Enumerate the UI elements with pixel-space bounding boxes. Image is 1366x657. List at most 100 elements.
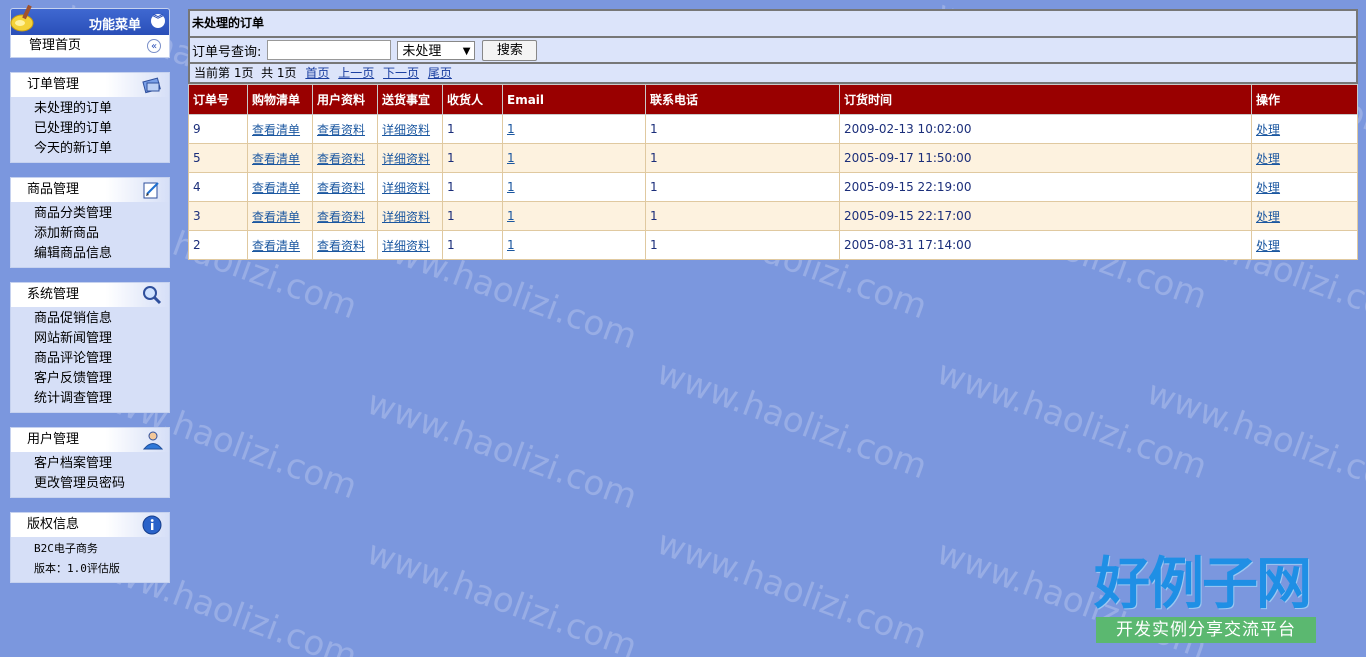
panel-header-orders[interactable]: 订单管理: [11, 73, 169, 97]
view-profile-link[interactable]: 查看资料: [317, 239, 365, 253]
sidebar-item-feedback[interactable]: 客户反馈管理: [34, 369, 169, 389]
sidebar-item-processed-orders[interactable]: 已处理的订单: [34, 119, 169, 139]
col-header-receiver: 收货人: [442, 84, 503, 115]
collapse-left-icon[interactable]: «: [147, 39, 161, 53]
sidebar-item-news[interactable]: 网站新闻管理: [34, 329, 169, 349]
pagination: 当前第 1页 共 1页 首页 上一页 下一页 尾页: [188, 62, 1358, 84]
orders-icon: [142, 77, 161, 94]
sidebar-item-change-password[interactable]: 更改管理员密码: [34, 474, 169, 494]
email-link[interactable]: 1: [507, 151, 515, 165]
table-row: 3 查看清单 查看资料 详细资料 1 1 1 2005-09-15 22:17:…: [188, 201, 1358, 231]
edit-icon: [143, 182, 159, 199]
receiver: 1: [442, 172, 503, 202]
info-icon: [142, 515, 162, 535]
receiver: 1: [442, 201, 503, 231]
email-link[interactable]: 1: [507, 180, 515, 194]
copyright-product: B2C电子商务: [34, 542, 98, 555]
table-row: 5 查看清单 查看资料 详细资料 1 1 1 2005-09-17 11:50:…: [188, 143, 1358, 173]
broom-logo-icon: [10, 4, 34, 32]
sidebar-item-home[interactable]: 管理首页 «: [10, 35, 170, 58]
panel-title: 订单管理: [27, 77, 80, 92]
panel-header-system[interactable]: 系统管理: [11, 283, 169, 307]
email-link[interactable]: 1: [507, 238, 515, 252]
email-link[interactable]: 1: [507, 209, 515, 223]
next-page-link[interactable]: 下一页: [383, 66, 419, 80]
table-row: 4 查看清单 查看资料 详细资料 1 1 1 2005-09-15 22:19:…: [188, 172, 1358, 202]
status-select[interactable]: 未处理 ▼: [397, 40, 476, 60]
receiver: 1: [442, 143, 503, 173]
phone: 1: [645, 172, 840, 202]
order-time: 2005-09-15 22:17:00: [839, 201, 1252, 231]
page-title: 未处理的订单: [188, 9, 1358, 38]
table-row: 9 查看清单 查看资料 详细资料 1 1 1 2009-02-13 10:02:…: [188, 114, 1358, 144]
sidebar-item-unprocessed-orders[interactable]: 未处理的订单: [34, 99, 169, 119]
view-cart-link[interactable]: 查看清单: [252, 239, 300, 253]
order-time: 2005-09-17 11:50:00: [839, 143, 1252, 173]
brand-title: 好例子网: [1094, 552, 1312, 617]
search-bar: 订单号查询: 未处理 ▼ 搜索: [188, 36, 1358, 64]
phone: 1: [645, 201, 840, 231]
first-page-link[interactable]: 首页: [305, 66, 329, 80]
view-profile-link[interactable]: 查看资料: [317, 181, 365, 195]
process-link[interactable]: 处理: [1256, 181, 1280, 195]
user-icon: [142, 431, 163, 450]
panel-copyright: 版权信息 B2C电子商务 版本：1.0评估版: [10, 512, 170, 583]
sidebar-item-survey[interactable]: 统计调查管理: [34, 389, 169, 409]
panel-users: 用户管理 客户档案管理 更改管理员密码: [10, 427, 170, 498]
menu-title: 功能菜单: [89, 18, 142, 33]
view-cart-link[interactable]: 查看清单: [252, 181, 300, 195]
panel-header-copyright: 版权信息: [11, 513, 169, 537]
dropdown-arrow-icon: ▼: [462, 45, 471, 57]
brand-subtitle: 开发实例分享交流平台: [1096, 617, 1316, 643]
shipping-details-link[interactable]: 详细资料: [382, 152, 430, 166]
panel-title: 商品管理: [27, 182, 80, 197]
panel-title: 用户管理: [27, 432, 80, 447]
view-cart-link[interactable]: 查看清单: [252, 210, 300, 224]
shipping-details-link[interactable]: 详细资料: [382, 123, 430, 137]
col-header-phone: 联系电话: [645, 84, 840, 115]
view-profile-link[interactable]: 查看资料: [317, 152, 365, 166]
copyright-version: 版本：1.0评估版: [34, 562, 120, 575]
panel-header-products[interactable]: 商品管理: [11, 178, 169, 202]
receiver: 1: [442, 230, 503, 260]
table-header-row: 订单号 购物清单 用户资料 送货事宜 收货人 Email 联系电话 订货时间 操…: [188, 84, 1358, 115]
panel-header-users[interactable]: 用户管理: [11, 428, 169, 452]
process-link[interactable]: 处理: [1256, 210, 1280, 224]
order-id: 5: [188, 143, 248, 173]
sidebar-item-category-manage[interactable]: 商品分类管理: [34, 204, 169, 224]
last-page-link[interactable]: 尾页: [428, 66, 452, 80]
shipping-details-link[interactable]: 详细资料: [382, 181, 430, 195]
col-header-order-time: 订货时间: [839, 84, 1252, 115]
phone: 1: [645, 230, 840, 260]
email-link[interactable]: 1: [507, 122, 515, 136]
process-link[interactable]: 处理: [1256, 123, 1280, 137]
view-profile-link[interactable]: 查看资料: [317, 123, 365, 137]
status-select-value: 未处理: [402, 43, 442, 59]
site-brand-logo: 好例子网 开发实例分享交流平台: [1094, 555, 1316, 649]
view-cart-link[interactable]: 查看清单: [252, 123, 300, 137]
search-button[interactable]: 搜索: [482, 39, 538, 61]
view-cart-link[interactable]: 查看清单: [252, 152, 300, 166]
view-profile-link[interactable]: 查看资料: [317, 210, 365, 224]
collapse-down-icon[interactable]: ︾: [151, 14, 165, 28]
table-row: 2 查看清单 查看资料 详细资料 1 1 1 2005-08-31 17:14:…: [188, 230, 1358, 260]
shipping-details-link[interactable]: 详细资料: [382, 239, 430, 253]
magnifier-icon: [143, 286, 162, 305]
panel-products: 商品管理 商品分类管理 添加新商品 编辑商品信息: [10, 177, 170, 268]
sidebar-item-add-product[interactable]: 添加新商品: [34, 224, 169, 244]
menu-header: 功能菜单 ︾: [10, 4, 170, 35]
process-link[interactable]: 处理: [1256, 152, 1280, 166]
panel-title: 系统管理: [27, 287, 80, 302]
sidebar-item-customer-records[interactable]: 客户档案管理: [34, 454, 169, 474]
process-link[interactable]: 处理: [1256, 239, 1280, 253]
order-number-input[interactable]: [267, 40, 392, 60]
prev-page-link[interactable]: 上一页: [338, 66, 374, 80]
col-header-shipping: 送货事宜: [377, 84, 443, 115]
shipping-details-link[interactable]: 详细资料: [382, 210, 430, 224]
sidebar-item-today-orders[interactable]: 今天的新订单: [34, 139, 169, 159]
sidebar-item-edit-product[interactable]: 编辑商品信息: [34, 244, 169, 264]
order-id: 3: [188, 201, 248, 231]
panel-orders: 订单管理 未处理的订单 已处理的订单 今天的新订单: [10, 72, 170, 163]
sidebar-item-promotions[interactable]: 商品促销信息: [34, 309, 169, 329]
sidebar-item-reviews[interactable]: 商品评论管理: [34, 349, 169, 369]
